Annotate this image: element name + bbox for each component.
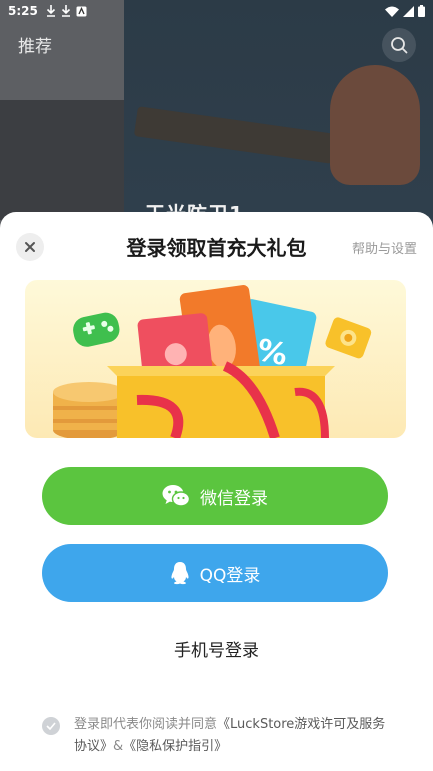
phone-login-link[interactable]: 手机号登录 — [0, 636, 433, 661]
background-search-button — [382, 28, 416, 62]
agreement-joiner: & — [113, 739, 124, 754]
wechat-icon — [162, 485, 190, 507]
gift-box-icon — [107, 361, 335, 438]
status-time: 5:25 — [8, 4, 38, 18]
gamepad-icon — [73, 312, 120, 347]
wifi-icon — [385, 6, 399, 17]
qq-login-button[interactable]: QQ登录 — [42, 544, 388, 602]
coupon-badge-icon — [325, 317, 372, 359]
help-settings-link[interactable]: 帮助与设置 — [352, 238, 417, 257]
background-tab-title: 推荐 — [18, 37, 52, 57]
signal-icon — [403, 5, 414, 17]
agreement-prefix: 登录即代表你阅读并同意 — [74, 717, 218, 732]
agreement-row: 登录即代表你阅读并同意《LuckStore游戏许可及服务协议》&《隐私保护指引》 — [42, 714, 392, 758]
app-notification-icon — [76, 6, 87, 16]
status-bar: 5:25 — [0, 0, 433, 22]
wechat-login-label: 微信登录 — [200, 488, 268, 509]
gift-banner-image: % — [25, 280, 406, 438]
agreement-text: 登录即代表你阅读并同意《LuckStore游戏许可及服务协议》&《隐私保护指引》 — [74, 714, 392, 758]
wechat-login-button[interactable]: 微信登录 — [42, 467, 388, 525]
coin-stack-icon — [53, 382, 125, 438]
qq-penguin-icon — [171, 562, 189, 585]
checkmark-icon — [46, 722, 56, 730]
battery-icon — [418, 5, 425, 17]
login-sheet: 登录领取首充大礼包 帮助与设置 % 微信登录 QQ登录 手机号登录 登录即代表你… — [0, 212, 433, 771]
download-icon — [46, 5, 55, 17]
search-icon — [391, 37, 408, 54]
qq-login-label: QQ登录 — [199, 565, 261, 586]
agreement-checkbox[interactable] — [42, 717, 60, 735]
download-icon — [61, 5, 70, 17]
privacy-policy-link[interactable]: 《隐私保护指引》 — [123, 739, 227, 754]
background-character-image — [330, 65, 420, 185]
